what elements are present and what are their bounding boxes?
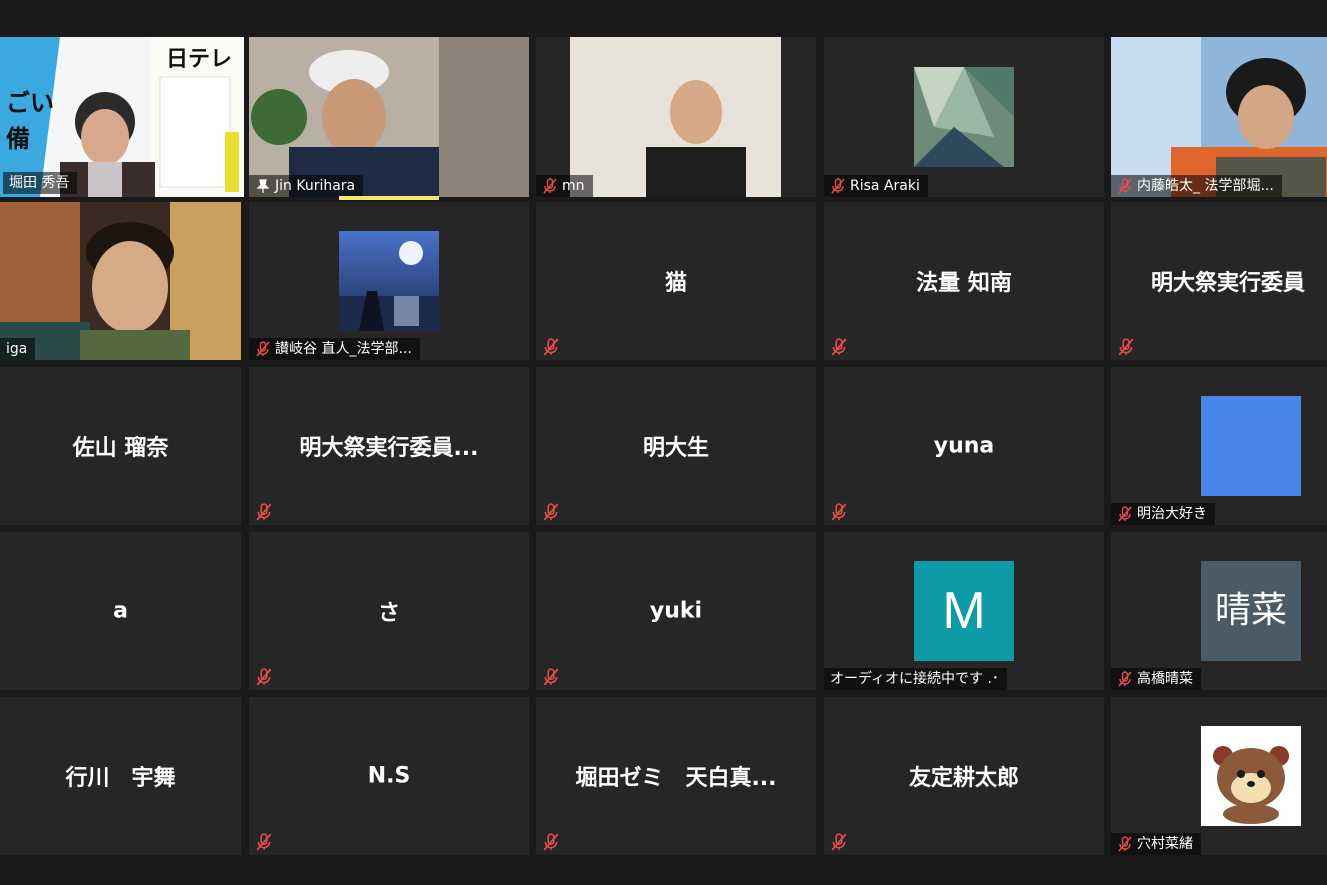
participant-display-name: yuki: [649, 598, 703, 624]
mic-muted-icon: [256, 833, 272, 851]
gallery-grid: ごい 備 日テレ 堀田 秀吾 Jin Kurihara mn Risa Arak…: [0, 0, 1327, 885]
participant-video: [536, 37, 816, 197]
mic-muted-icon: [831, 833, 847, 851]
participant-avatar: [1201, 396, 1301, 496]
participant-video: [249, 37, 529, 197]
participant-tile[interactable]: 明治大好き: [1111, 367, 1327, 525]
participant-display-name: 猫: [664, 271, 687, 296]
participant-tile[interactable]: 法量 知南: [824, 202, 1104, 360]
participant-avatar: M: [914, 561, 1014, 661]
participant-tile[interactable]: 内藤皓太_ 法学部堀...: [1111, 37, 1327, 197]
participant-name: Jin Kurihara: [249, 175, 364, 197]
bear-avatar-icon: [1201, 726, 1301, 826]
participant-display-name: a: [113, 598, 128, 624]
participant-video: [0, 202, 241, 360]
participant-tile[interactable]: 猫: [536, 202, 816, 360]
participant-name: 高橋晴菜: [1111, 668, 1201, 690]
participant-tile[interactable]: 晴菜 高橋晴菜: [1111, 532, 1327, 690]
svg-text:ごい: ごい: [6, 89, 54, 117]
mic-muted-icon: [1118, 338, 1134, 356]
participant-tile[interactable]: 佐山 瑠奈: [0, 367, 241, 525]
mic-muted-icon: [543, 338, 559, 356]
mic-muted-icon: [1118, 178, 1132, 194]
participant-display-name: 明大祭実行委員: [1151, 271, 1306, 296]
participant-avatar: [339, 231, 439, 331]
participant-tile[interactable]: Jin Kurihara: [249, 37, 529, 197]
participant-tile[interactable]: 行川 宇舞: [0, 697, 241, 855]
mic-muted-icon: [1118, 836, 1132, 852]
participant-name: 堀田 秀吾: [3, 172, 78, 194]
participant-avatar: 晴菜: [1201, 561, 1301, 661]
participant-tile[interactable]: 明大祭実行委員: [1111, 202, 1327, 360]
participant-tile[interactable]: 明大生: [536, 367, 816, 525]
participant-tile[interactable]: 明大祭実行委員...: [249, 367, 529, 525]
participant-name: 内藤皓太_ 法学部堀...: [1111, 175, 1282, 197]
mic-muted-icon: [256, 503, 272, 521]
mic-muted-icon: [831, 338, 847, 356]
participant-tile[interactable]: mn: [536, 37, 816, 197]
participant-display-name: 佐山 瑠奈: [72, 436, 169, 461]
participant-display-name: 行川 宇舞: [65, 766, 176, 791]
participant-tile[interactable]: 讃岐谷 直人_法学部...: [249, 202, 529, 360]
participant-tile[interactable]: 堀田ゼミ 天白真...: [536, 697, 816, 855]
participant-display-name: 明大生: [642, 436, 709, 461]
participant-name: Risa Araki: [824, 175, 928, 197]
mic-muted-icon: [256, 341, 270, 357]
mic-muted-icon: [256, 668, 272, 686]
svg-text:備: 備: [6, 125, 30, 153]
participant-name: オーディオに接続中です .･: [824, 668, 1007, 690]
mic-muted-icon: [1118, 506, 1132, 522]
participant-display-name: 堀田ゼミ 天白真...: [575, 766, 777, 791]
mic-muted-icon: [831, 503, 847, 521]
participant-tile[interactable]: Risa Araki: [824, 37, 1104, 197]
participant-tile[interactable]: ごい 備 日テレ 堀田 秀吾: [0, 37, 244, 197]
participant-video: [1111, 37, 1327, 197]
participant-tile[interactable]: yuki: [536, 532, 816, 690]
mic-muted-icon: [543, 503, 559, 521]
mic-muted-icon: [543, 178, 557, 194]
participant-name: 明治大好き: [1111, 503, 1215, 525]
participant-name: iga: [0, 338, 36, 360]
mic-muted-icon: [543, 833, 559, 851]
pin-icon: [256, 179, 270, 193]
participant-name: mn: [536, 175, 593, 197]
participant-display-name: 友定耕太郎: [908, 766, 1019, 791]
participant-tile[interactable]: M オーディオに接続中です .･: [824, 532, 1104, 690]
participant-display-name: yuna: [933, 433, 995, 459]
participant-display-name: 法量 知南: [916, 271, 1012, 296]
participant-tile[interactable]: さ: [249, 532, 529, 690]
participant-name: 穴村菜緒: [1111, 833, 1201, 855]
participant-avatar: [914, 67, 1014, 167]
participant-display-name: さ: [377, 601, 400, 626]
participant-tile[interactable]: iga: [0, 202, 241, 360]
tv-logo: 日テレ: [165, 47, 232, 72]
speaker-indicator: [339, 196, 439, 200]
participant-tile[interactable]: N.S: [249, 697, 529, 855]
participant-display-name: N.S: [367, 763, 411, 789]
mic-muted-icon: [831, 178, 845, 194]
participant-tile[interactable]: a: [0, 532, 241, 690]
participant-tile[interactable]: 穴村菜緒: [1111, 697, 1327, 855]
mic-muted-icon: [543, 668, 559, 686]
participant-name: 讃岐谷 直人_法学部...: [249, 338, 420, 360]
participant-tile[interactable]: 友定耕太郎: [824, 697, 1104, 855]
participant-tile[interactable]: yuna: [824, 367, 1104, 525]
mic-muted-icon: [1118, 671, 1132, 687]
participant-display-name: 明大祭実行委員...: [299, 436, 479, 461]
